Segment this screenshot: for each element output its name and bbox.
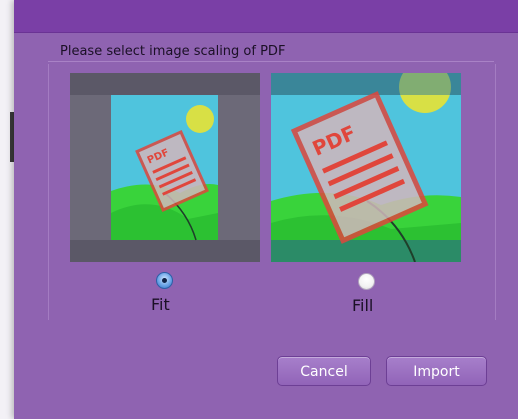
scaling-group-label: Please select image scaling of PDF xyxy=(60,44,286,59)
radio-selected-icon xyxy=(156,272,173,289)
fit-option-label[interactable]: Fit xyxy=(151,295,170,314)
fill-preview-graphic: PDF xyxy=(271,73,461,262)
dialog-title-bar xyxy=(14,0,518,33)
radio-unselected-icon xyxy=(358,273,375,290)
fill-option-label[interactable]: Fill xyxy=(352,296,373,315)
fit-preview-image[interactable]: PDF xyxy=(70,73,260,262)
fit-radio-button[interactable] xyxy=(156,272,173,289)
group-divider xyxy=(48,61,494,62)
import-button[interactable]: Import xyxy=(386,356,487,386)
fill-preview-image[interactable]: PDF xyxy=(271,73,461,262)
cancel-button[interactable]: Cancel xyxy=(277,356,371,386)
background-window-edge xyxy=(0,0,14,419)
fill-radio-button[interactable] xyxy=(358,273,375,290)
pdf-scaling-dialog: Please select image scaling of PDF PDF P… xyxy=(14,0,518,419)
fit-preview-graphic: PDF xyxy=(70,73,260,262)
